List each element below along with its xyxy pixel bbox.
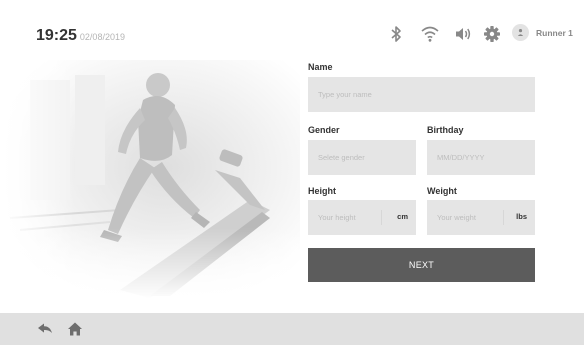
name-placeholder: Type your name (318, 90, 372, 99)
weight-placeholder: Your weight (437, 213, 476, 222)
runner-treadmill-image (0, 60, 300, 300)
gender-select[interactable]: Selete gender (308, 140, 416, 175)
height-divider (381, 210, 382, 225)
status-bar: 19:25 02/08/2019 Runner 1 (0, 0, 584, 60)
clock-date: 02/08/2019 (79, 32, 125, 42)
next-button[interactable]: NEXT (308, 248, 535, 282)
home-icon[interactable] (67, 321, 83, 337)
birthday-input[interactable]: MM/DD/YYYY (427, 140, 535, 175)
weight-divider (503, 210, 504, 225)
height-input[interactable]: Your height cm (308, 200, 416, 235)
volume-icon[interactable] (453, 24, 473, 44)
birthday-placeholder: MM/DD/YYYY (437, 153, 485, 162)
weight-label: Weight (427, 186, 457, 196)
bottom-nav-bar (0, 313, 584, 345)
weight-input[interactable]: Your weight lbs (427, 200, 535, 235)
birthday-label: Birthday (427, 125, 464, 135)
weight-unit: lbs (516, 212, 527, 221)
gender-label: Gender (308, 125, 340, 135)
height-placeholder: Your height (318, 213, 356, 222)
user-profile[interactable]: Runner 1 (512, 24, 573, 41)
back-icon[interactable] (37, 321, 53, 337)
registration-screen: 19:25 02/08/2019 Runner 1 Name Type your… (0, 0, 584, 345)
clock-time: 19:25 (36, 27, 77, 44)
height-label: Height (308, 186, 336, 196)
name-input[interactable]: Type your name (308, 77, 535, 112)
name-label: Name (308, 62, 333, 72)
gender-placeholder: Selete gender (318, 153, 365, 162)
height-unit: cm (397, 212, 408, 221)
user-icon (512, 24, 529, 41)
bluetooth-icon[interactable] (386, 24, 406, 44)
settings-icon[interactable] (482, 24, 502, 44)
wifi-icon[interactable] (420, 24, 440, 44)
clock: 19:25 02/08/2019 (36, 27, 125, 45)
user-name: Runner 1 (536, 27, 573, 38)
